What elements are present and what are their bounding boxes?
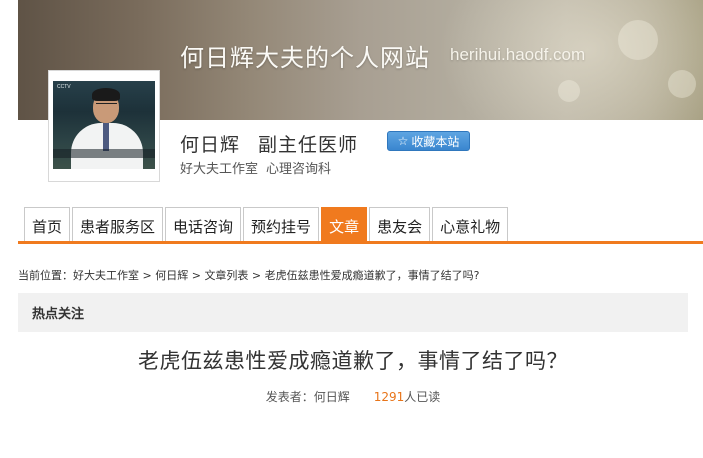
doctor-photo-image: CCTV [53,81,155,169]
site-url[interactable]: herihui.haodf.com [450,45,585,65]
tab-home[interactable]: 首页 [24,207,71,244]
hot-topics-label: 热点关注 [32,307,85,322]
breadcrumb-separator: > [248,269,265,282]
article-meta: 发表者：何日辉 1291人已读 [18,388,688,405]
banner-bokeh [668,70,696,98]
tab-patient-club[interactable]: 患友会 [369,207,431,244]
tab-gifts[interactable]: 心意礼物 [432,207,509,244]
tab-appointment[interactable]: 预约挂号 [243,207,320,244]
doctor-name-line: 何日辉 副主任医师 [180,130,358,157]
tab-patient-service[interactable]: 患者服务区 [72,207,164,244]
breadcrumb-item-doctor[interactable]: 何日辉 [155,269,188,282]
read-count-suffix: 人已读 [404,390,441,404]
department-link[interactable]: 心理咨询科 [266,162,331,177]
breadcrumb-separator: > [139,269,156,282]
nav-underline [18,241,703,244]
hot-topics-bar: 热点关注 [18,293,688,332]
read-count: 1291 [373,390,405,404]
doctor-name: 何日辉 [180,134,241,156]
breadcrumb-item-article-list[interactable]: 文章列表 [204,269,248,282]
bookmark-button[interactable]: ☆ 收藏本站 [387,131,470,151]
studio-link[interactable]: 好大夫工作室 [180,162,258,177]
bookmark-label: 收藏本站 [411,134,460,149]
site-title: 何日辉大夫的个人网站 [180,44,430,72]
main-nav: 首页 患者服务区 电话咨询 预约挂号 文章 患友会 心意礼物 [24,207,509,244]
doctor-sub-info: 好大夫工作室 心理咨询科 [180,158,331,177]
tv-logo-icon: CCTV [57,84,71,90]
breadcrumb-prefix: 当前位置： [18,269,73,282]
star-icon: ☆ [397,134,409,148]
breadcrumb-item-current: 老虎伍兹患性爱成瘾道歉了，事情了结了吗? [264,269,480,282]
tab-phone-consult[interactable]: 电话咨询 [165,207,242,244]
breadcrumb-item-studio[interactable]: 好大夫工作室 [73,269,139,282]
article-title: 老虎伍兹患性爱成瘾道歉了，事情了结了吗？ [138,349,568,373]
breadcrumb-separator: > [188,269,205,282]
doctor-title: 副主任医师 [258,134,359,156]
article-author: 发表者：何日辉 [265,390,350,404]
tab-articles[interactable]: 文章 [321,207,368,244]
banner-bokeh [618,20,658,60]
banner-bokeh [558,80,580,102]
doctor-photo: CCTV [48,70,160,182]
breadcrumb: 当前位置：好大夫工作室 > 何日辉 > 文章列表 > 老虎伍兹患性爱成瘾道歉了，… [18,267,480,283]
